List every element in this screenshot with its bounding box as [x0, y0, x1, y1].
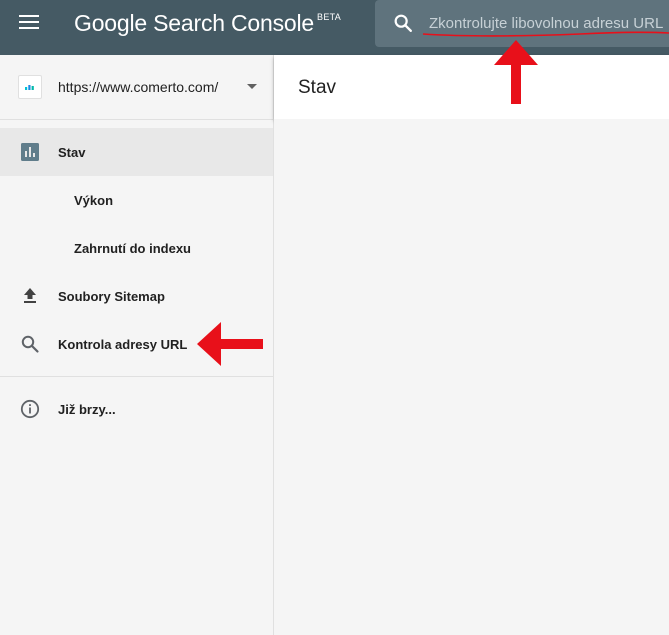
sidebar-item-zahrnuti-do-indexu[interactable]: Zahrnutí do indexu: [0, 224, 273, 272]
sidebar-item-url-inspection[interactable]: Kontrola adresy URL: [0, 320, 273, 368]
url-inspection-input[interactable]: [429, 11, 669, 35]
upload-icon: [24, 288, 36, 303]
page-title: Stav: [298, 77, 337, 98]
app-title[interactable]: Google Search Console BETA: [74, 10, 341, 37]
sidebar-item-label: Výkon: [74, 193, 114, 208]
chevron-down-icon[interactable]: [247, 84, 257, 89]
property-selector[interactable]: https://www.comerto.com/: [0, 55, 273, 120]
sidebar-item-label: Již brzy...: [58, 402, 116, 417]
app-title-text: Google Search Console: [74, 10, 315, 36]
main-content: [274, 119, 669, 635]
url-inspection-search[interactable]: [375, 0, 669, 47]
sidebar-item-coming-soon[interactable]: Již brzy...: [0, 385, 273, 433]
sidebar-item-label: Zahrnutí do indexu: [74, 241, 191, 256]
beta-badge: BETA: [317, 12, 342, 22]
sidebar-item-vykon[interactable]: Výkon: [0, 176, 273, 224]
sidebar-item-label: Soubory Sitemap: [58, 289, 165, 304]
property-logo: [18, 75, 42, 99]
sidebar-item-stav[interactable]: Stav: [0, 128, 273, 176]
bar-chart-icon: [21, 143, 39, 161]
search-icon: [21, 335, 39, 353]
hamburger-menu-icon[interactable]: [19, 15, 41, 33]
sidebar-divider: [0, 376, 273, 377]
top-app-bar: Google Search Console BETA: [0, 0, 669, 55]
sidebar-item-label: Kontrola adresy URL: [58, 337, 188, 352]
property-url: https://www.comerto.com/: [58, 79, 219, 95]
sidebar: https://www.comerto.com/ Stav Výkon Zahr…: [0, 55, 274, 635]
sidebar-item-label: Stav: [58, 145, 86, 160]
sidebar-item-sitemaps[interactable]: Soubory Sitemap: [0, 272, 273, 320]
page-header: Stav: [274, 55, 669, 119]
info-icon: [20, 399, 40, 419]
search-icon: [394, 14, 412, 32]
